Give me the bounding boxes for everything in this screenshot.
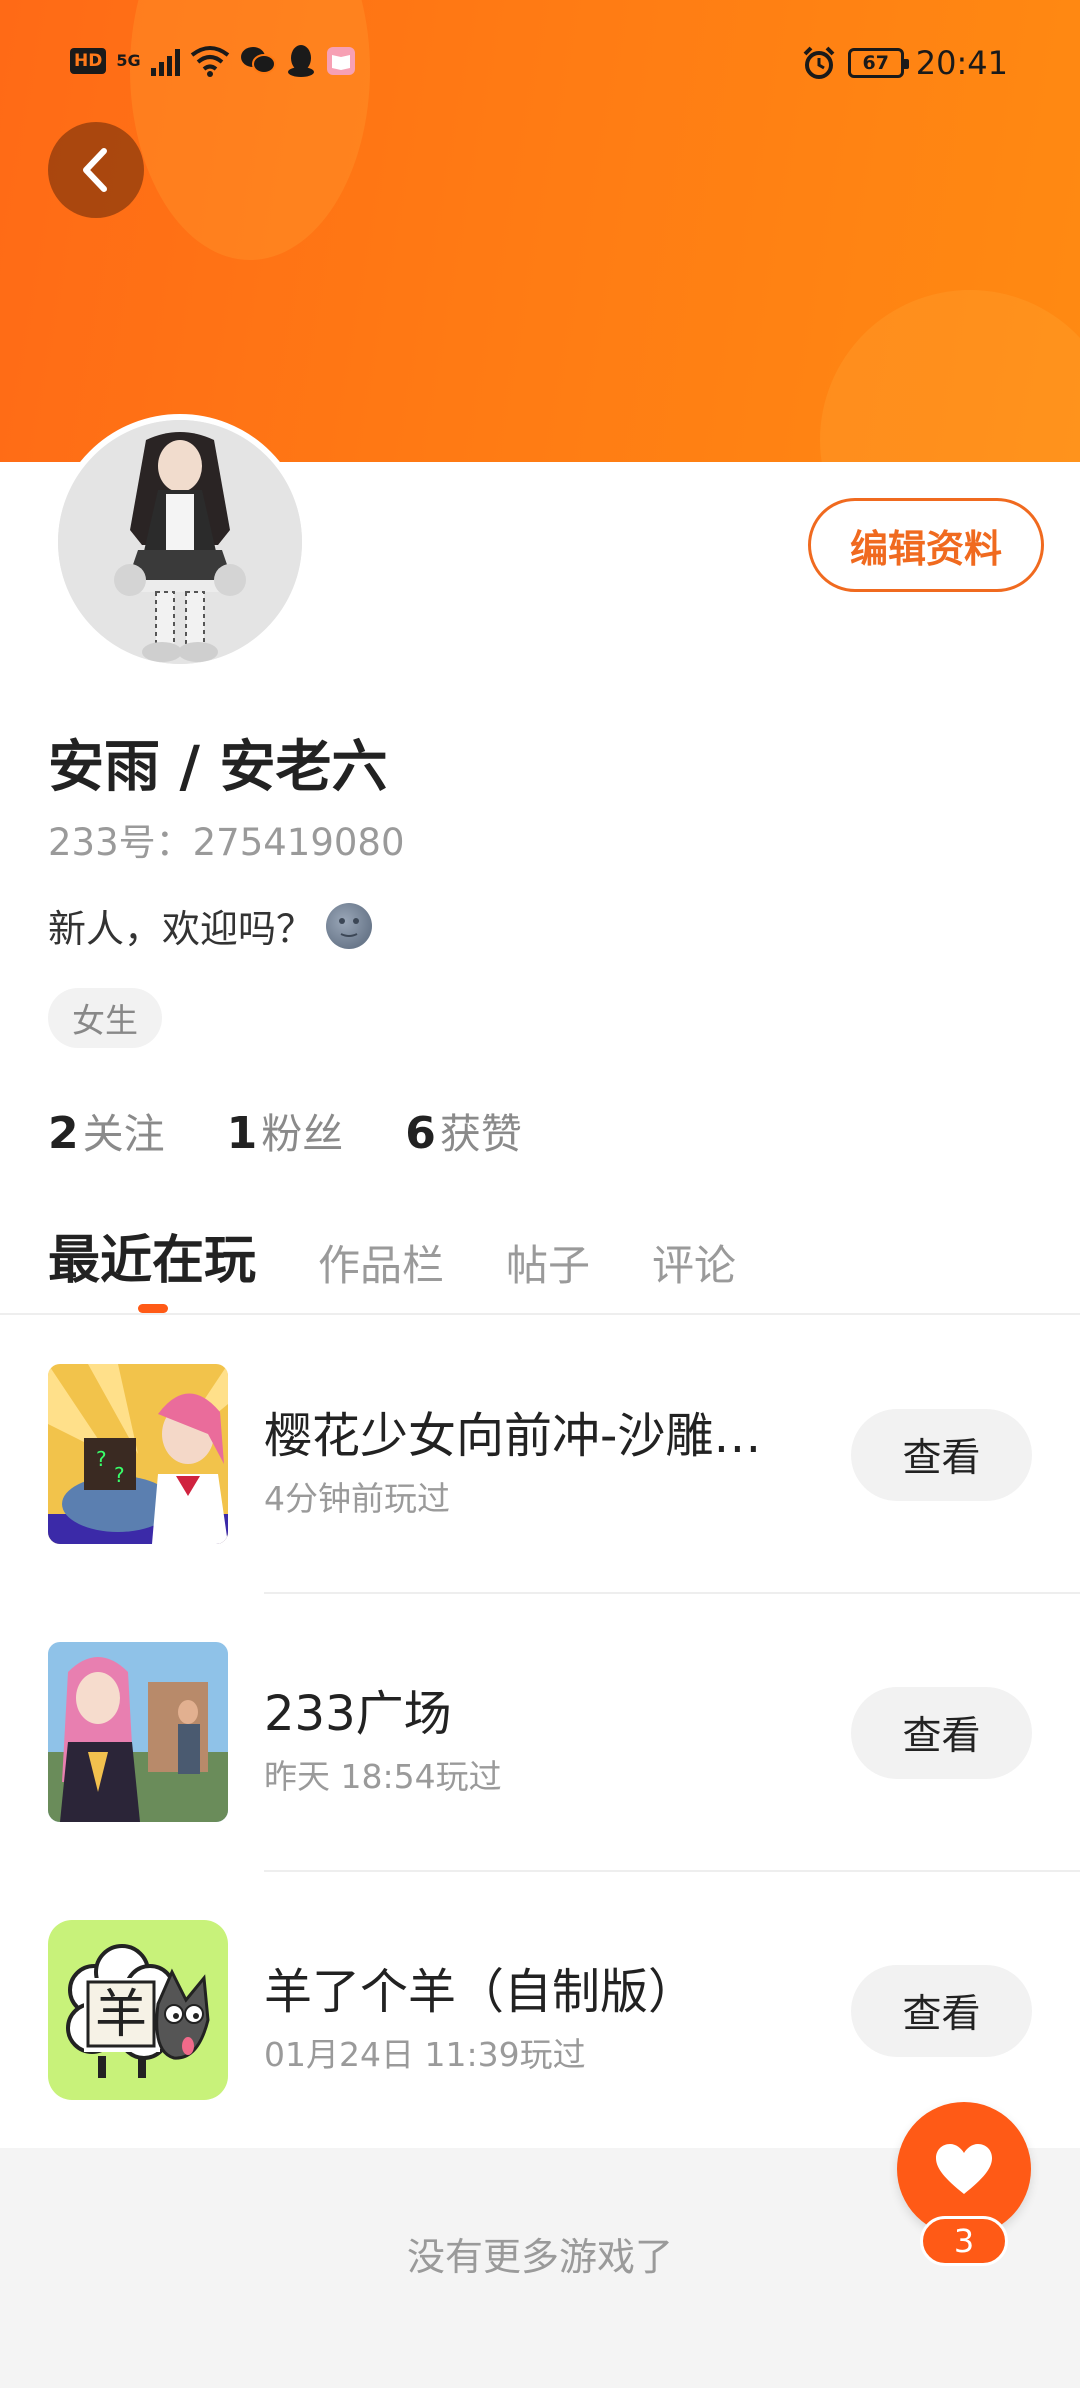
edit-profile-button[interactable]: 编辑资料: [808, 498, 1044, 592]
stat-label: 关注: [82, 1110, 165, 1158]
game-last-played: 昨天 18:54玩过: [264, 1757, 502, 1796]
game-title: 233广场: [264, 1686, 452, 1742]
game-icon: 羊: [48, 1920, 228, 2100]
game-last-played: 4分钟前玩过: [264, 1479, 450, 1518]
alarm-icon: [803, 46, 835, 79]
reader-app-icon: [326, 47, 355, 75]
game-icon: [48, 1642, 228, 1822]
stat-value: 2: [48, 1108, 79, 1159]
signal-icon: [150, 46, 180, 76]
like-count-badge: 3: [920, 2216, 1008, 2266]
profile-bio: 新人，欢迎吗？: [48, 898, 373, 953]
heart-icon: [936, 2144, 992, 2194]
game-last-played: 01月24日 11:39玩过: [264, 2035, 586, 2074]
hd-icon: HD: [70, 48, 107, 74]
wifi-icon: [190, 46, 229, 77]
svg-text:?: ?: [96, 1447, 107, 1471]
stat-value: 6: [405, 1108, 436, 1159]
new-moon-face-emoji: [326, 902, 373, 949]
view-button[interactable]: 查看: [851, 1687, 1032, 1779]
view-button[interactable]: 查看: [851, 1409, 1032, 1501]
bio-text: 新人，欢迎吗？: [48, 907, 315, 951]
status-time: 20:41: [915, 44, 1008, 82]
tab-posts[interactable]: 帖子: [506, 1232, 590, 1293]
divider: [264, 1870, 1080, 1872]
game-title: 羊了个羊（自制版）: [264, 1964, 697, 2020]
stat-following[interactable]: 2 关注: [48, 1100, 165, 1160]
tab-works[interactable]: 作品栏: [318, 1232, 444, 1293]
game-list-item[interactable]: 羊 羊了个羊（自制版） 01月24日 11:39玩过 查看: [0, 1920, 1080, 2100]
avatar-character-image: [58, 420, 302, 664]
status-bar: HD 5G 67 20:41: [0, 0, 1080, 130]
stat-label: 获赞: [439, 1110, 522, 1158]
avatar[interactable]: [52, 414, 308, 670]
chevron-left-icon: [83, 148, 107, 192]
gender-tag: 女生: [48, 988, 162, 1048]
wechat-icon: [240, 47, 276, 74]
back-button[interactable]: [48, 122, 144, 218]
qq-icon: [287, 45, 314, 77]
divider: [264, 1592, 1080, 1594]
network-type-label: 5G: [116, 51, 141, 70]
active-tab-indicator: [138, 1304, 168, 1313]
game-title: 樱花少女向前冲-沙雕大…: [264, 1408, 794, 1464]
game-icon-character: 羊: [95, 1985, 147, 2045]
battery-icon: 67: [847, 48, 909, 78]
tab-recently-played[interactable]: 最近在玩: [48, 1218, 256, 1293]
tab-comments[interactable]: 评论: [652, 1232, 736, 1293]
status-bar-left: HD 5G: [70, 44, 356, 78]
game-list-item[interactable]: 233广场 昨天 18:54玩过 查看: [0, 1642, 1080, 1822]
stat-label: 粉丝: [261, 1110, 344, 1158]
profile-name: 安雨 / 安老六: [48, 735, 388, 800]
profile-id: 233号：275419080: [48, 821, 405, 864]
stat-followers[interactable]: 1 粉丝: [227, 1100, 344, 1160]
stat-value: 1: [226, 1108, 258, 1159]
profile-tabs: 最近在玩 作品栏 帖子 评论: [48, 1218, 736, 1293]
game-list-item[interactable]: ? ? 樱花少女向前冲-沙雕大… 4分钟前玩过 查看: [0, 1364, 1080, 1544]
header-decoration: [820, 290, 1080, 462]
divider: [0, 1313, 1080, 1315]
stat-likes[interactable]: 6 获赞: [405, 1100, 522, 1160]
game-icon: ? ?: [48, 1364, 228, 1544]
status-bar-right: 67 20:41: [802, 44, 1008, 82]
svg-text:?: ?: [114, 1463, 125, 1487]
no-more-games-text: 没有更多游戏了: [406, 2235, 673, 2279]
profile-stats: 2 关注 1 粉丝 6 获赞: [48, 1100, 522, 1160]
view-button[interactable]: 查看: [851, 1965, 1032, 2057]
